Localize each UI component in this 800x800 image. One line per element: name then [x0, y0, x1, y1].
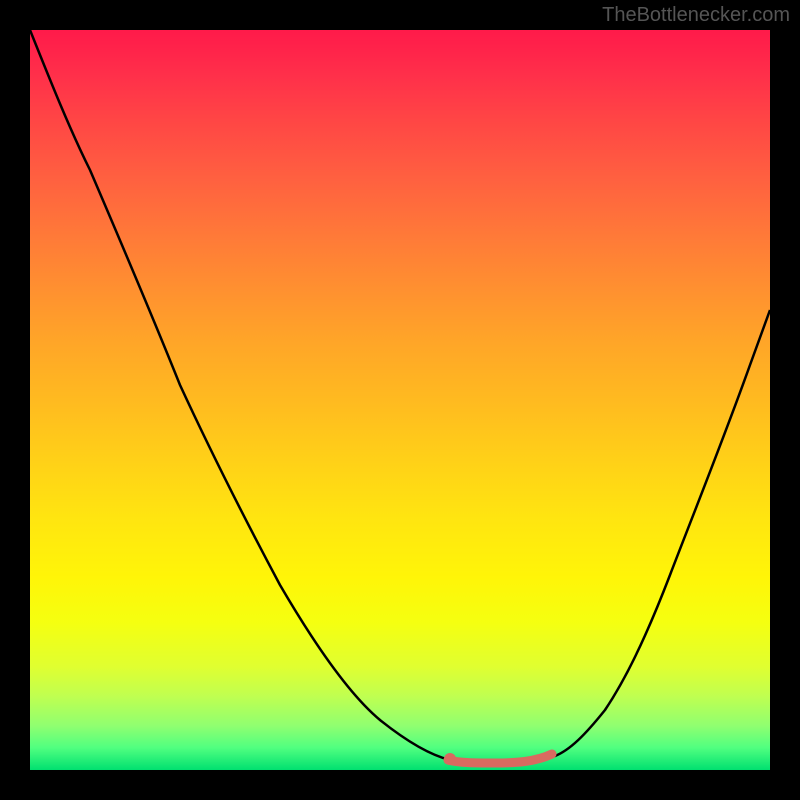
curve-svg — [30, 30, 770, 770]
min-marker-flat — [448, 754, 552, 763]
watermark-text: TheBottlenecker.com — [602, 4, 790, 27]
chart-frame: TheBottlenecker.com — [0, 0, 800, 800]
plot-area — [30, 30, 770, 770]
min-marker-dot — [444, 753, 456, 765]
bottleneck-curve — [30, 30, 770, 763]
